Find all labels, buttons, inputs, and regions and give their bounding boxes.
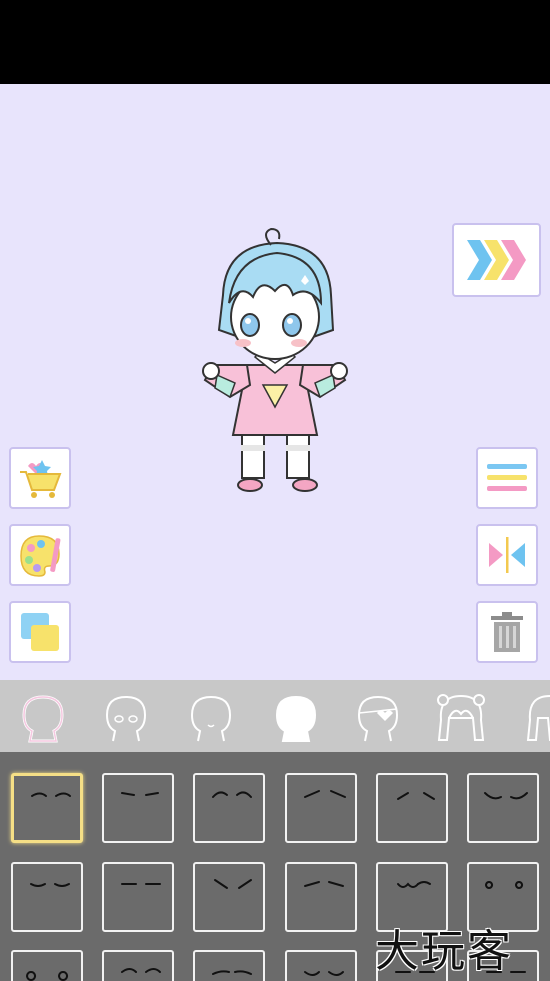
tab-hair-front[interactable] — [433, 690, 489, 746]
flip-button[interactable] — [476, 524, 538, 586]
eyebrow-preview-icon — [304, 790, 346, 798]
layers-button[interactable] — [9, 601, 71, 663]
expression-tile[interactable] — [376, 773, 448, 843]
eyebrow-preview-icon — [397, 792, 435, 800]
eyebrow-preview-icon — [121, 883, 161, 885]
eyebrow-preview-icon — [121, 792, 159, 796]
face-eyes-icon — [105, 696, 147, 742]
expression-tile[interactable] — [193, 862, 265, 932]
flip-horizontal-icon — [489, 537, 525, 573]
tab-accessory[interactable] — [350, 690, 406, 746]
expression-tile[interactable] — [11, 950, 83, 981]
layers-icon — [21, 613, 59, 651]
hair-side-icon — [526, 695, 550, 741]
expression-tile[interactable] — [467, 773, 539, 843]
trash-icon — [491, 612, 523, 652]
eyebrow-preview-icon — [304, 881, 344, 887]
expression-tile[interactable] — [102, 773, 174, 843]
expression-tile[interactable] — [285, 862, 357, 932]
expression-tile[interactable] — [11, 773, 83, 843]
hair-front-icon — [437, 694, 485, 741]
triple-chevron-right-icon — [466, 240, 526, 280]
status-bar — [0, 0, 550, 84]
eyebrow-preview-icon — [484, 792, 528, 800]
menu-button[interactable] — [476, 447, 538, 509]
face-blank-icon — [275, 695, 317, 742]
paint-palette-icon — [20, 535, 61, 577]
eyebrow-preview-icon — [304, 971, 344, 976]
expression-tile[interactable] — [285, 773, 357, 843]
expression-tile[interactable] — [102, 950, 174, 981]
face-eyepatch-icon — [357, 696, 399, 742]
eyebrow-preview-icon — [31, 792, 71, 797]
eyebrow-preview-icon — [121, 968, 161, 973]
next-button[interactable] — [452, 223, 541, 297]
tab-eyes[interactable] — [98, 690, 154, 746]
app-screen: 大玩客 — [0, 0, 550, 981]
expression-tile[interactable] — [11, 862, 83, 932]
delete-button[interactable] — [476, 601, 538, 663]
eyebrow-preview-icon — [26, 971, 69, 981]
tab-face[interactable] — [268, 690, 324, 746]
chibi-character[interactable] — [195, 225, 355, 495]
expression-tile[interactable] — [102, 862, 174, 932]
shopping-cart-icon — [20, 460, 62, 498]
expression-tile[interactable] — [193, 773, 265, 843]
category-tab-bar — [0, 680, 550, 752]
tab-mouth[interactable] — [183, 690, 239, 746]
eyebrow-preview-icon — [30, 883, 70, 887]
shop-button[interactable] — [9, 447, 71, 509]
expression-tile[interactable] — [193, 950, 265, 981]
watermark-text: 大玩客 — [375, 926, 513, 977]
eyebrow-preview-icon — [212, 970, 252, 975]
face-mouth-icon — [190, 696, 232, 742]
eyebrow-preview-icon — [214, 879, 252, 889]
palette-button[interactable] — [9, 524, 71, 586]
expression-tile[interactable] — [285, 950, 357, 981]
tab-body[interactable] — [15, 690, 71, 746]
hamburger-menu-icon — [487, 464, 527, 491]
tab-hair-side[interactable] — [512, 690, 550, 746]
eyebrow-preview-icon — [212, 791, 252, 798]
body-outline-icon — [22, 695, 64, 743]
